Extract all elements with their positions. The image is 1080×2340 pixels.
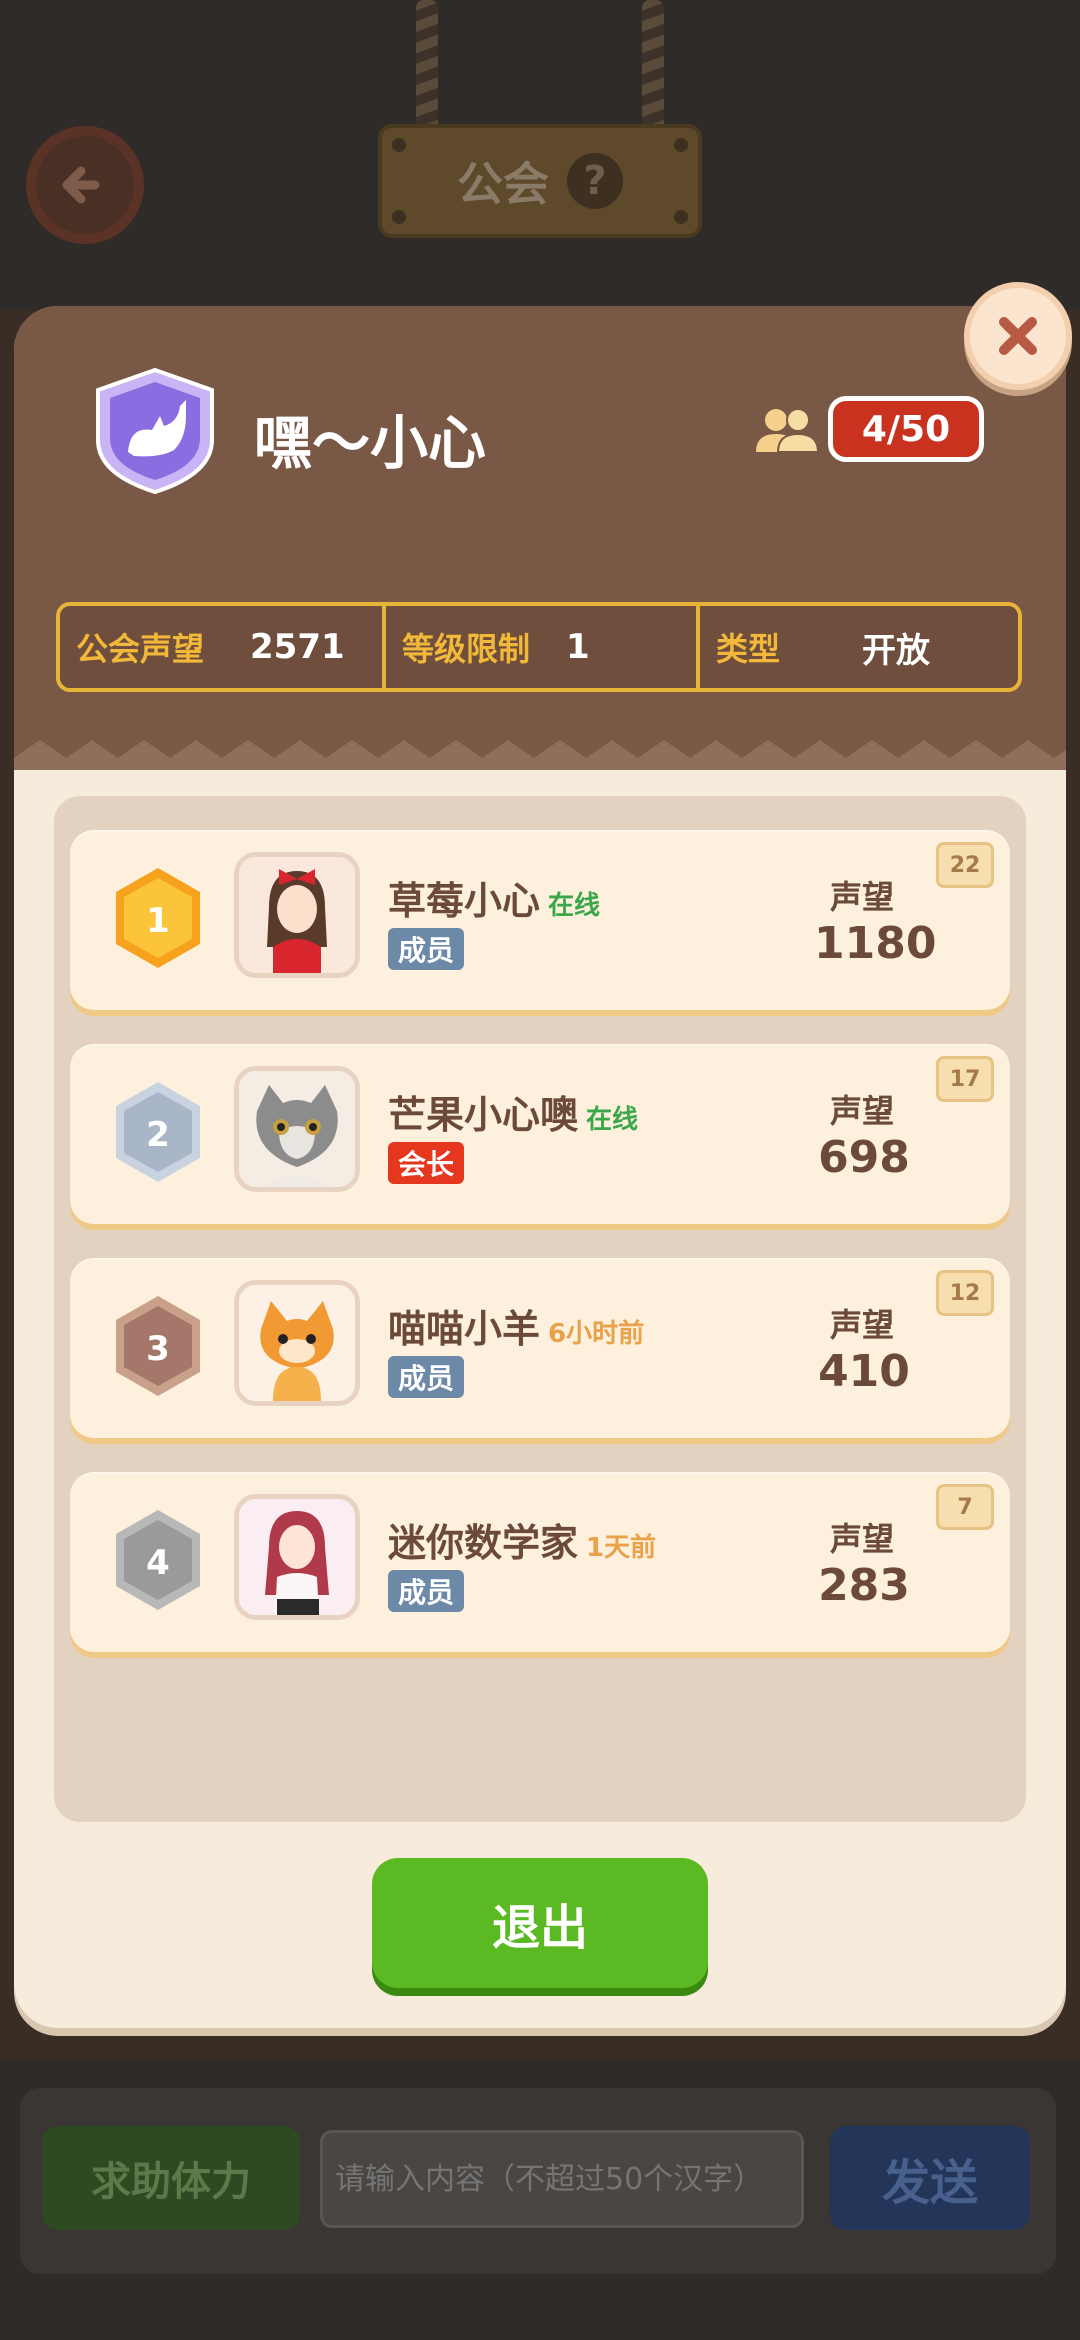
rank-number: 2 xyxy=(146,1115,170,1155)
stat-type: 类型 开放 xyxy=(696,606,1018,688)
rank-number: 3 xyxy=(146,1329,170,1369)
chat-input[interactable] xyxy=(320,2130,804,2228)
member-row[interactable]: 1 草莓小心 在线 成员 声望 1180 22 xyxy=(70,832,1010,1010)
reputation-value: 283 xyxy=(818,1560,910,1611)
stat-label: 类型 xyxy=(716,630,781,668)
stat-level-limit: 等级限制 1 xyxy=(382,606,696,688)
rope-left xyxy=(416,0,438,135)
exit-guild-button[interactable]: 退出 xyxy=(372,1858,708,1988)
rank-number: 1 xyxy=(146,901,170,941)
page-title-plank: 公会 ? xyxy=(378,124,702,238)
stat-label: 公会声望 xyxy=(76,630,205,668)
reputation-label: 声望 xyxy=(830,1306,895,1344)
level-tag: 17 xyxy=(936,1056,994,1102)
member-row[interactable]: 4 迷你数学家 1天前 成员 声望 283 7 xyxy=(70,1474,1010,1652)
reputation-label: 声望 xyxy=(830,878,895,916)
stat-value: 1 xyxy=(566,627,590,667)
stat-value: 2571 xyxy=(250,627,345,667)
orange-cat-avatar-icon xyxy=(239,1285,355,1401)
reputation-value: 410 xyxy=(818,1346,910,1397)
rope-right xyxy=(642,0,664,135)
close-button[interactable] xyxy=(964,282,1072,390)
rank-badge-gray-icon: 4 xyxy=(116,1510,200,1610)
stat-reputation: 公会声望 2571 xyxy=(60,606,382,688)
rank-badge-bronze-icon: 3 xyxy=(116,1296,200,1396)
avatar xyxy=(234,1066,360,1192)
online-status: 在线 xyxy=(548,891,601,921)
reputation-label: 声望 xyxy=(830,1092,895,1130)
member-name: 芒果小心噢 在线 xyxy=(388,1093,639,1137)
avatar xyxy=(234,1494,360,1620)
level-tag: 22 xyxy=(936,842,994,888)
member-name: 迷你数学家 1天前 xyxy=(388,1521,657,1565)
send-button[interactable]: 发送 xyxy=(830,2126,1030,2230)
member-name: 喵喵小羊 6小时前 xyxy=(388,1307,645,1351)
header-zigzag-edge xyxy=(14,740,1066,770)
role-badge: 成员 xyxy=(388,1570,465,1612)
role-badge: 会长 xyxy=(388,1142,465,1184)
reputation-value: 1180 xyxy=(814,918,937,969)
member-count-badge: 4/50 xyxy=(828,396,984,462)
guild-info-dialog: 嘿～小心 4/50 公会声望 2571 等级限制 1 类型 开放 1 草莓小心 … xyxy=(14,306,1066,2028)
avatar xyxy=(234,1280,360,1406)
request-stamina-button[interactable]: 求助体力 xyxy=(42,2126,300,2230)
help-icon[interactable]: ? xyxy=(567,153,623,209)
member-row[interactable]: 2 芒果小心噢 在线 会长 声望 698 17 xyxy=(70,1046,1010,1224)
guild-name: 嘿～小心 xyxy=(254,409,487,477)
guild-header: 嘿～小心 4/50 公会声望 2571 等级限制 1 类型 开放 xyxy=(14,306,1066,770)
cat-shield-icon xyxy=(96,367,214,495)
role-badge: 成员 xyxy=(388,928,465,970)
back-arrow-icon xyxy=(62,166,100,204)
last-online-status: 6小时前 xyxy=(548,1319,645,1349)
stat-value: 开放 xyxy=(862,630,931,671)
last-online-status: 1天前 xyxy=(586,1533,657,1563)
role-badge: 成员 xyxy=(388,1356,465,1398)
reputation-value: 698 xyxy=(818,1132,910,1183)
background-header: 公会 ? xyxy=(0,0,1080,330)
level-tag: 12 xyxy=(936,1270,994,1316)
member-list: 1 草莓小心 在线 成员 声望 1180 22 2 芒果小心噢 在线 会长 声望… xyxy=(54,796,1026,1822)
page-title: 公会 xyxy=(457,157,549,211)
members-icon xyxy=(756,408,820,453)
rank-badge-gold-icon: 1 xyxy=(116,868,200,968)
girl-avatar-icon xyxy=(239,857,355,973)
member-row[interactable]: 3 喵喵小羊 6小时前 成员 声望 410 12 xyxy=(70,1260,1010,1438)
back-button[interactable] xyxy=(26,126,144,244)
member-name: 草莓小心 在线 xyxy=(388,879,601,923)
cat-avatar-icon xyxy=(239,1071,355,1187)
rank-badge-silver-icon: 2 xyxy=(116,1082,200,1182)
close-icon xyxy=(999,317,1037,355)
rank-number: 4 xyxy=(146,1543,170,1583)
online-status: 在线 xyxy=(586,1105,639,1135)
avatar xyxy=(234,852,360,978)
red-hair-girl-avatar-icon xyxy=(239,1499,355,1615)
guild-stats-bar: 公会声望 2571 等级限制 1 类型 开放 xyxy=(56,602,1022,692)
stat-label: 等级限制 xyxy=(402,630,531,668)
level-tag: 7 xyxy=(936,1484,994,1530)
reputation-label: 声望 xyxy=(830,1520,895,1558)
